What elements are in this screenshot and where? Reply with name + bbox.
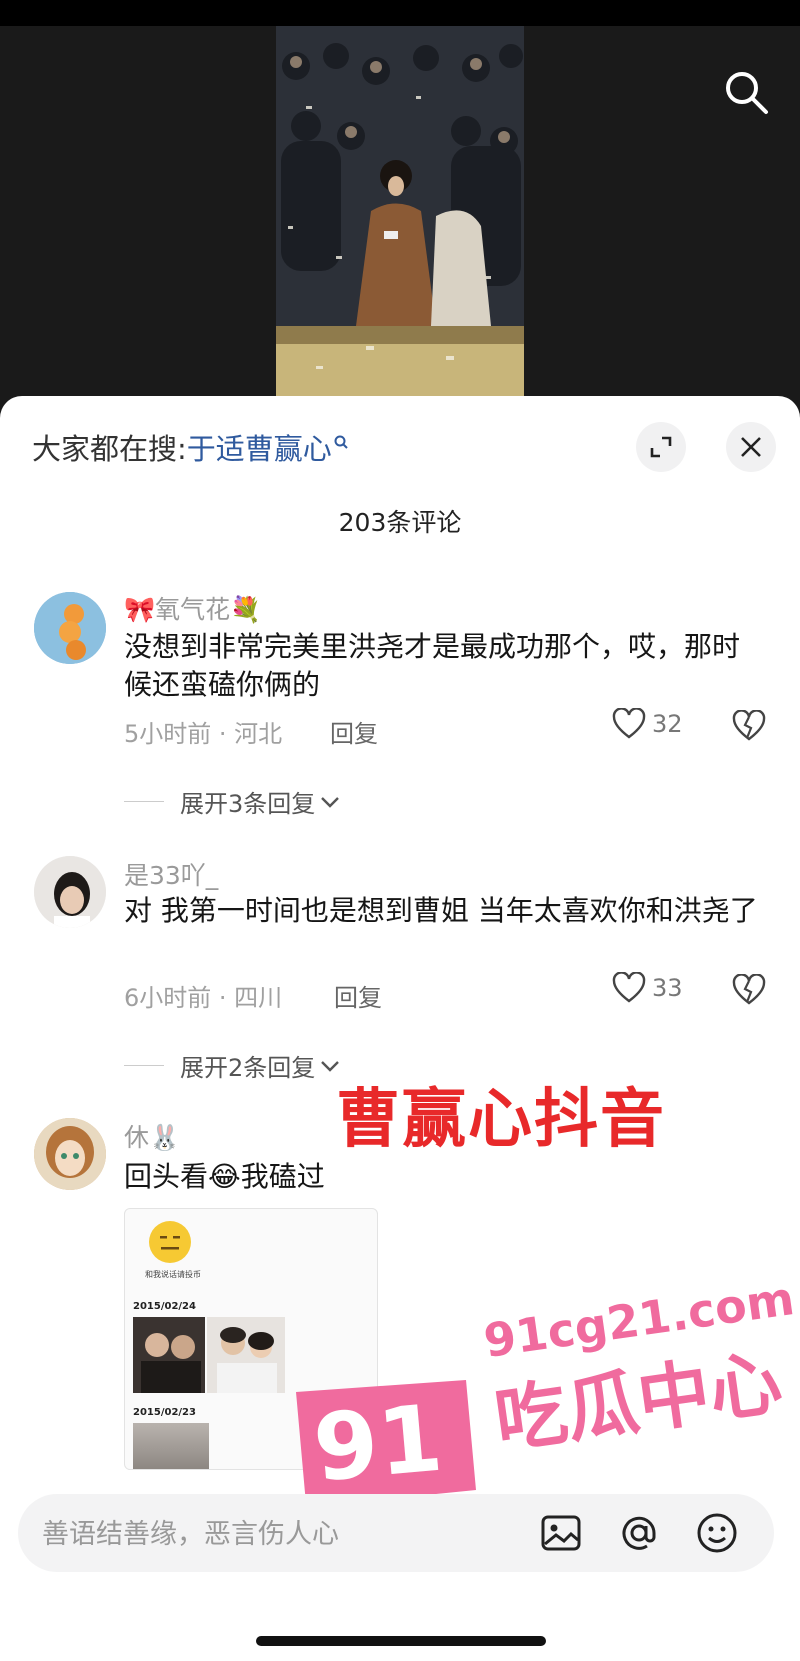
attached-date: 2015/02/23: [133, 1407, 196, 1418]
emoji-icon[interactable]: [694, 1510, 740, 1556]
divider: [124, 801, 164, 802]
bouquet-emoji: 💐: [230, 595, 262, 624]
heart-icon: [612, 972, 646, 1003]
heart-icon: [612, 708, 646, 739]
close-icon: [741, 437, 761, 457]
like-count: 32: [652, 710, 683, 738]
neutral-face-icon: [147, 1219, 193, 1269]
avatar[interactable]: [34, 592, 106, 664]
reply-button[interactable]: 回复: [334, 978, 382, 1013]
comment-username[interactable]: 🎀氧气花💐: [124, 590, 261, 626]
at-icon[interactable]: [616, 1510, 662, 1556]
broken-heart-icon: [732, 709, 766, 741]
video-frame: [276, 26, 524, 396]
comment-text: 对 我第一时间也是想到曹姐 当年太喜欢你和洪尧了: [124, 894, 758, 927]
hot-search-bar[interactable]: 大家都在搜:于适曹赢心: [32, 426, 350, 468]
home-indicator[interactable]: [256, 1636, 546, 1646]
bow-emoji: 🎀: [124, 595, 156, 624]
search-small-icon: [334, 426, 350, 460]
reply-button[interactable]: 回复: [330, 714, 378, 749]
divider: [124, 1065, 164, 1066]
expand-icon: [650, 436, 672, 458]
close-button[interactable]: [726, 422, 776, 472]
attached-photo: [207, 1317, 285, 1393]
attached-date: 2015/02/24: [133, 1301, 196, 1312]
expand-replies-button[interactable]: 展开2条回复: [124, 1048, 341, 1083]
comment-meta: 5小时前 · 河北: [124, 720, 283, 748]
watermark-text: 曹赢心抖音: [336, 1083, 666, 1157]
comment-input-bar: [18, 1494, 774, 1574]
video-player[interactable]: [0, 26, 800, 416]
comment-text: 回头看😂我磕过: [124, 1160, 325, 1193]
broken-heart-icon: [732, 973, 766, 1005]
image-icon[interactable]: [538, 1510, 584, 1556]
expand-replies-label: 展开3条回复: [180, 790, 316, 818]
status-bar: [0, 0, 800, 26]
like-button[interactable]: 32: [612, 708, 683, 740]
like-button[interactable]: 33: [612, 972, 683, 1004]
expand-button[interactable]: [636, 422, 686, 472]
attached-caption: 和我说话请投币: [145, 1270, 201, 1279]
comment-count: 203条评论: [338, 508, 462, 537]
comment-meta: 6小时前 · 四川: [124, 984, 283, 1012]
comment-username[interactable]: 休🐰: [124, 1118, 180, 1154]
hot-search-keyword[interactable]: 于适曹赢心: [187, 432, 332, 466]
comment-input[interactable]: [40, 1494, 484, 1574]
avatar[interactable]: [34, 1118, 106, 1190]
search-icon[interactable]: [722, 68, 770, 116]
comment-text: 没想到非常完美里洪尧才是最成功那个，哎，那时候还蛮磕你俩的: [124, 630, 741, 701]
attached-photo: [133, 1423, 209, 1469]
dislike-button[interactable]: [732, 709, 766, 746]
hot-search-prefix: 大家都在搜:: [32, 432, 187, 466]
like-count: 33: [652, 974, 683, 1002]
expand-replies-button[interactable]: 展开3条回复: [124, 784, 341, 819]
comment-username[interactable]: 是33吖_: [124, 856, 218, 892]
chevron-down-icon: [321, 796, 340, 808]
dislike-button[interactable]: [732, 973, 766, 1010]
audience-scene-image: [276, 26, 524, 396]
expand-replies-label: 展开2条回复: [180, 1054, 316, 1082]
attached-photo: [133, 1317, 205, 1393]
avatar[interactable]: [34, 856, 106, 928]
crying-laughing-emoji: 😂: [208, 1160, 241, 1193]
